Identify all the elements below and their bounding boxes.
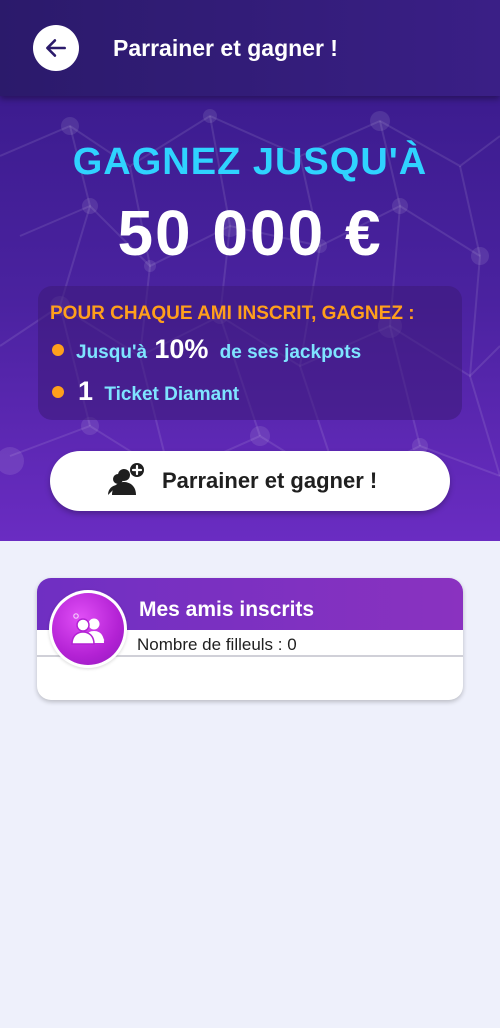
promo-line-prefix: Jusqu'à bbox=[76, 342, 148, 363]
refer-and-earn-button[interactable]: Parrainer et gagner ! bbox=[50, 451, 450, 511]
promo-box: POUR CHAQUE AMI INSCRIT, GAGNEZ : Jusqu'… bbox=[38, 286, 462, 420]
friends-avatar bbox=[52, 593, 124, 665]
promo-title: POUR CHAQUE AMI INSCRIT, GAGNEZ : bbox=[50, 303, 415, 324]
promo-ticket-count: 1 bbox=[78, 376, 94, 406]
promo-line-jackpots: Jusqu'à 10% de ses jackpots bbox=[76, 334, 361, 368]
referral-count: Nombre de filleuls : 0 bbox=[137, 635, 297, 654]
promo-line-ticket: 1 Ticket Diamant bbox=[76, 376, 239, 410]
bullet-dot bbox=[52, 344, 64, 356]
refer-button-label: Parrainer et gagner ! bbox=[162, 468, 378, 493]
page-title: Parrainer et gagner ! bbox=[113, 35, 338, 61]
promo-ticket-label: Ticket Diamant bbox=[104, 384, 240, 405]
hero-banner: GAGNEZ JUSQU'À 50 000 € POUR CHAQUE AMI … bbox=[0, 96, 500, 541]
hero-amount: 50 000 € bbox=[117, 197, 383, 269]
promo-line-suffix: de ses jackpots bbox=[219, 342, 362, 363]
arrow-left-icon bbox=[46, 39, 66, 57]
friends-card-title: Mes amis inscrits bbox=[139, 598, 315, 621]
add-user-icon bbox=[108, 463, 144, 495]
bullet-dot bbox=[52, 386, 64, 398]
promo-percentage: 10% bbox=[154, 334, 209, 364]
users-icon bbox=[71, 613, 105, 645]
back-button[interactable] bbox=[33, 25, 79, 71]
hero-headline: GAGNEZ JUSQU'À bbox=[72, 141, 428, 183]
app-header: Parrainer et gagner ! bbox=[0, 0, 500, 96]
